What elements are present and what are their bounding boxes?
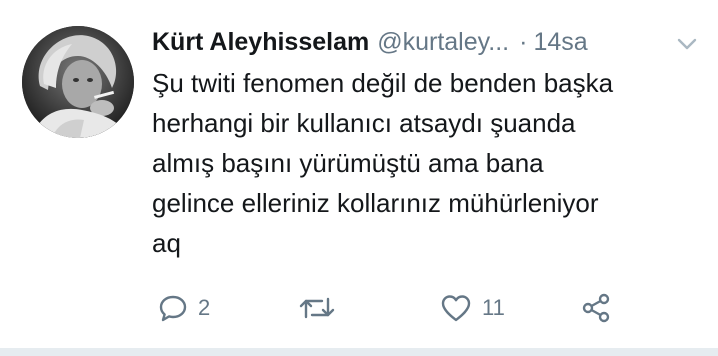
reply-button[interactable]: 2 (158, 286, 210, 330)
tweet-header: Kürt Aleyhisselam @kurtaley... · 14sa (152, 24, 692, 60)
avatar[interactable] (22, 26, 134, 138)
retweet-icon (299, 297, 335, 319)
tweet-card[interactable]: Kürt Aleyhisselam @kurtaley... · 14sa Şu tw… (0, 0, 718, 348)
reply-icon (159, 295, 187, 322)
divider (0, 348, 718, 356)
timestamp[interactable]: 14sa (533, 28, 587, 56)
user-handle[interactable]: @kurtaley... (377, 28, 509, 56)
share-button[interactable] (580, 286, 612, 330)
avatar-image (22, 26, 134, 138)
retweet-button[interactable] (298, 286, 346, 330)
display-name[interactable]: Kürt Aleyhisselam (152, 28, 369, 56)
like-count: 11 (482, 295, 505, 320)
heart-icon (441, 295, 471, 322)
tweet-actions: 2 11 (0, 286, 718, 330)
reply-count: 2 (198, 295, 211, 320)
tweet-text: Şu twiti fenomen değil de benden başka h… (152, 68, 614, 258)
share-icon (582, 293, 610, 323)
like-button[interactable]: 11 (440, 286, 505, 330)
separator-dot: · (519, 28, 528, 56)
chevron-down-icon[interactable] (676, 36, 698, 52)
